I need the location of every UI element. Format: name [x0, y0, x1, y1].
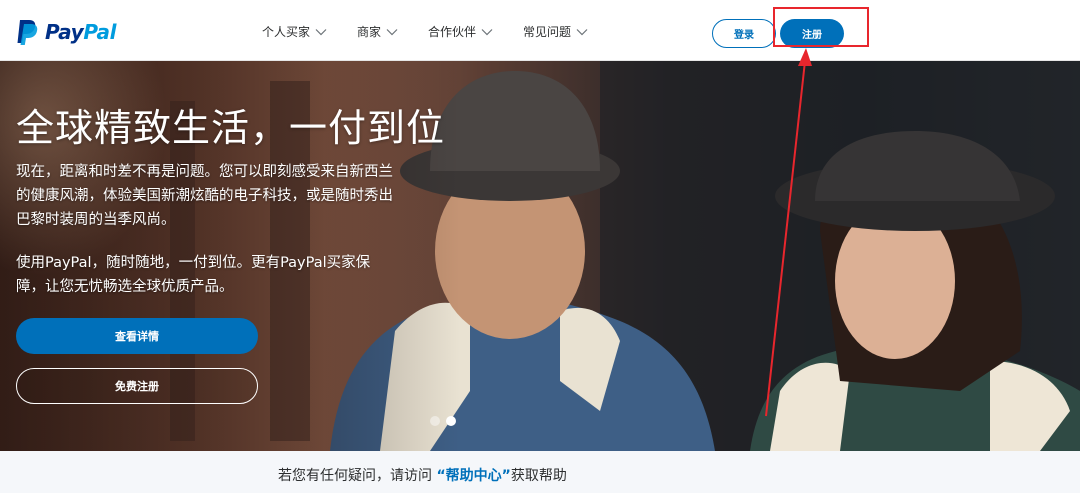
nav-item-label: 合作伙伴 — [428, 25, 477, 39]
carousel-indicators — [430, 416, 462, 426]
login-button[interactable]: 登录 — [712, 19, 776, 48]
paypal-wordmark: PayPal — [45, 20, 117, 44]
chevron-down-icon — [315, 28, 327, 35]
help-suffix: 获取帮助 — [510, 468, 567, 484]
help-center-link[interactable]: “帮助中心” — [436, 468, 510, 484]
paypal-logo[interactable]: PayPal — [16, 19, 117, 45]
chevron-down-icon — [576, 28, 588, 35]
paypal-p-icon — [17, 20, 38, 45]
main-nav: 个人买家 商家 合作伙伴 常见问题 — [262, 23, 618, 40]
nav-item-business[interactable]: 商家 — [357, 23, 398, 40]
view-details-button[interactable]: 查看详情 — [16, 318, 258, 354]
signup-button[interactable]: 注册 — [780, 19, 844, 48]
hero-banner: 全球精致生活，一付到位 现在，距离和时差不再是问题。您可以即刻感受来自新西兰的健… — [0, 61, 1080, 451]
chevron-down-icon — [481, 28, 493, 35]
nav-item-label: 个人买家 — [262, 25, 311, 39]
hero-paragraph-1: 现在，距离和时差不再是问题。您可以即刻感受来自新西兰的健康风潮，体验美国新潮炫酷… — [16, 164, 393, 228]
hero-title: 全球精致生活，一付到位 — [16, 106, 446, 150]
nav-item-personal[interactable]: 个人买家 — [262, 23, 327, 40]
hero-paragraph-2: 使用PayPal，随时随地，一付到位。更有PayPal买家保障，让您无忧畅选全球… — [16, 255, 371, 295]
help-text: 若您有任何疑问，请访问 “帮助中心”获取帮助 — [278, 465, 567, 485]
carousel-dot-2[interactable] — [446, 416, 456, 426]
nav-item-partners[interactable]: 合作伙伴 — [428, 23, 493, 40]
nav-item-label: 常见问题 — [523, 25, 572, 39]
carousel-dot-1[interactable] — [430, 416, 440, 426]
help-prefix: 若您有任何疑问，请访问 — [278, 468, 437, 484]
help-strip: 若您有任何疑问，请访问 “帮助中心”获取帮助 — [0, 451, 1080, 493]
free-signup-button[interactable]: 免费注册 — [16, 368, 258, 404]
chevron-down-icon — [386, 28, 398, 35]
nav-item-faq[interactable]: 常见问题 — [523, 23, 588, 40]
top-header: PayPal 个人买家 商家 合作伙伴 常见问题 登录 注册 — [0, 0, 1080, 61]
nav-item-label: 商家 — [357, 25, 382, 39]
